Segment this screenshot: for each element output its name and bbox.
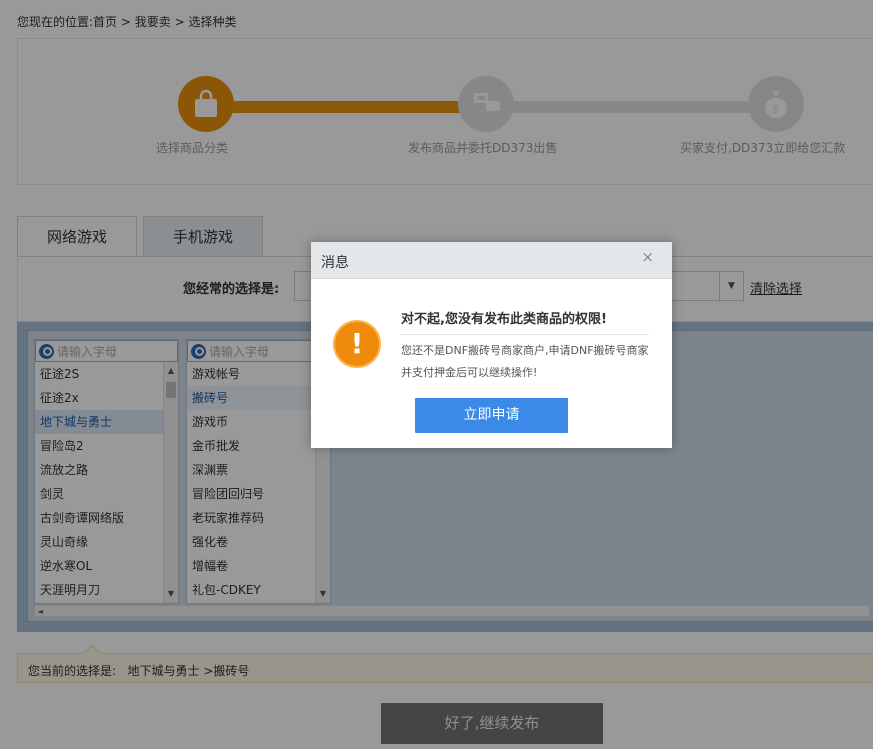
close-icon[interactable]: × bbox=[641, 248, 654, 266]
dialog-message: 对不起,您没有发布此类商品的权限! bbox=[401, 312, 607, 327]
dialog-title: 消息 bbox=[321, 255, 349, 271]
warning-icon: ! bbox=[333, 320, 381, 368]
dialog-header: 消息 × bbox=[311, 242, 672, 279]
message-dialog: 消息 × ! 对不起,您没有发布此类商品的权限! 您还不是DNF搬砖号商家商户,… bbox=[311, 242, 672, 448]
dialog-divider bbox=[401, 334, 649, 335]
apply-now-button[interactable]: 立即申请 bbox=[415, 398, 568, 433]
dialog-description: 您还不是DNF搬砖号商家商户,申请DNF搬砖号商家并支付押金后可以继续操作! bbox=[401, 344, 649, 379]
